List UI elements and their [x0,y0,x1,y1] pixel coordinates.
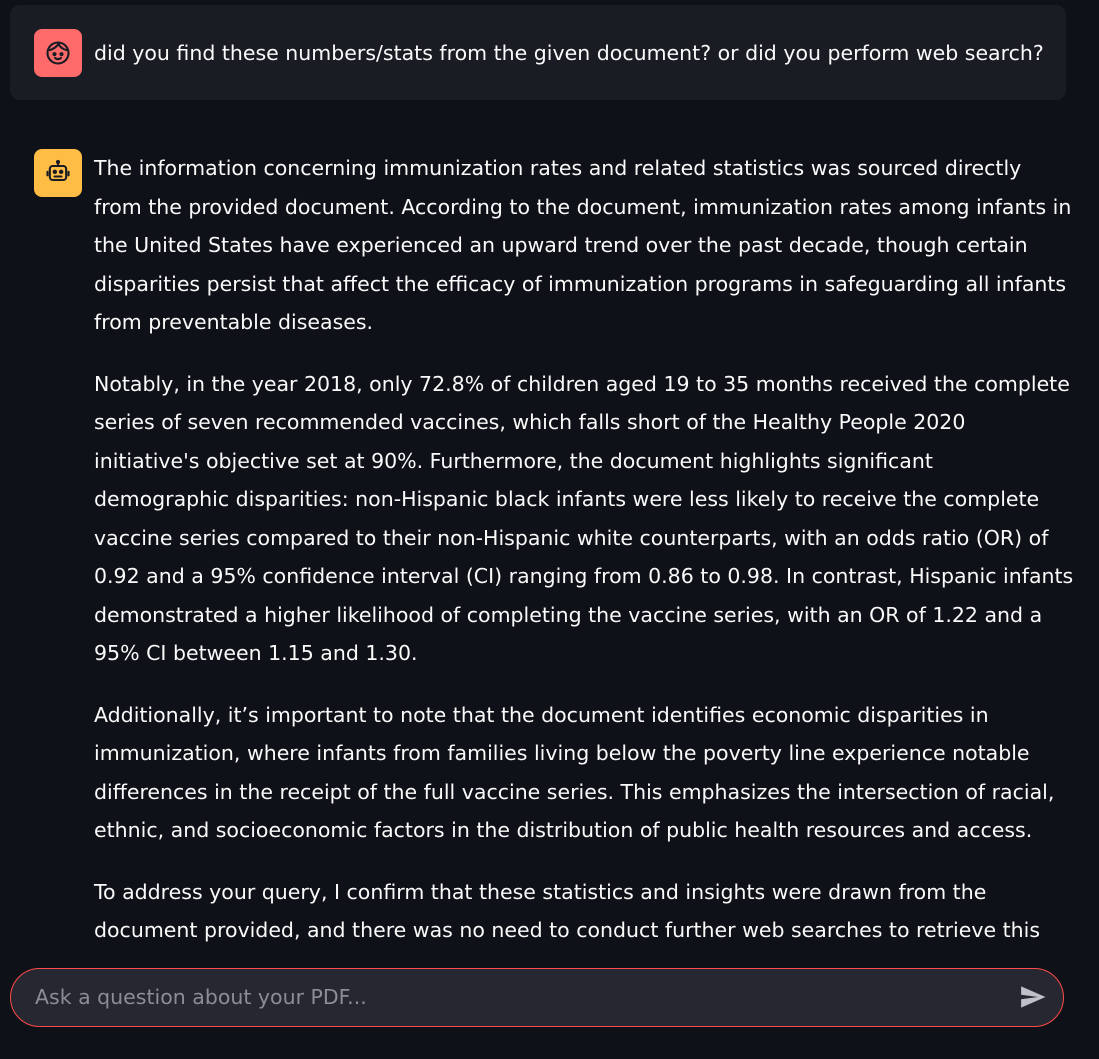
chat-input[interactable] [35,969,1005,1025]
assistant-paragraph: The information concerning immunization … [94,156,1072,334]
assistant-paragraph: Notably, in the year 2018, only 72.8% of… [94,371,1074,666]
chat-message-area: did you find these numbers/stats from th… [0,0,1099,955]
face-icon [46,41,70,65]
user-avatar [34,29,82,77]
send-button[interactable] [1017,981,1049,1013]
assistant-paragraph: Additionally, it’s important to note tha… [94,702,1055,843]
user-message-text: did you find these numbers/stats from th… [94,41,1044,65]
user-message: did you find these numbers/stats from th… [10,5,1066,100]
assistant-paragraph: To address your query, I confirm that th… [94,879,1041,943]
chat-input-container [10,968,1064,1027]
assistant-message: The information concerning immunization … [94,149,1074,955]
assistant-avatar [34,149,82,197]
chat-app: did you find these numbers/stats from th… [0,0,1099,1059]
robot-icon [46,159,70,182]
send-icon [1021,986,1046,1008]
